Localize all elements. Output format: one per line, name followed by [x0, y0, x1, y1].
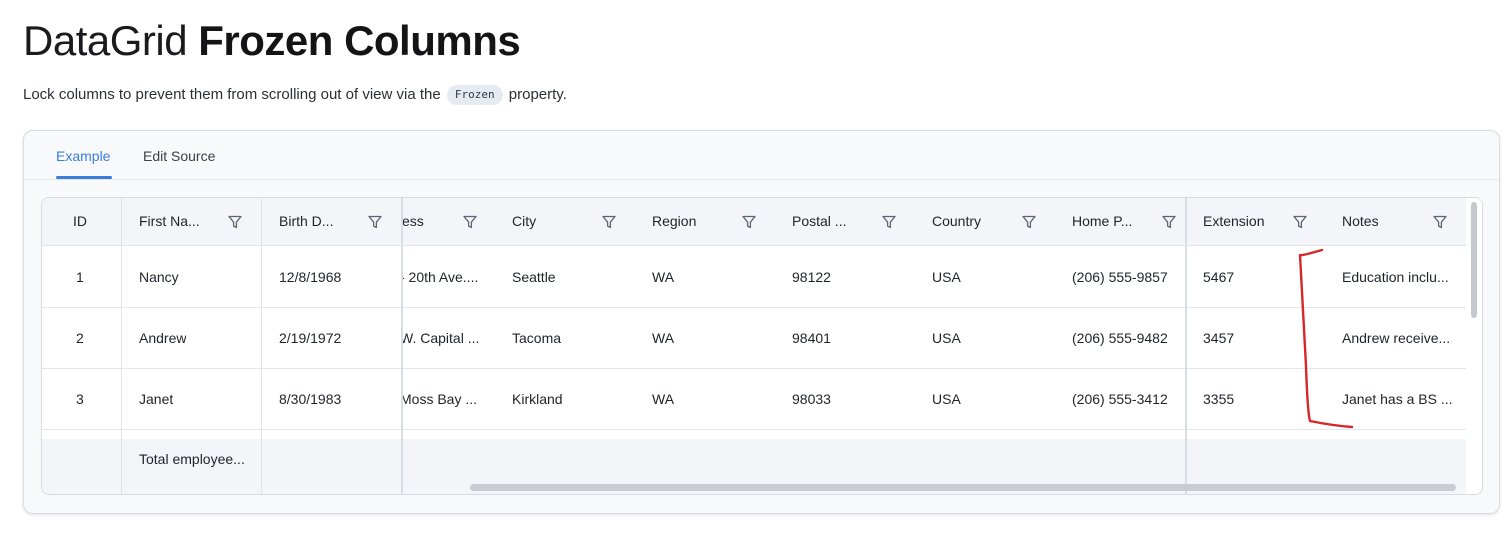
cell-city[interactable]: Tacoma	[512, 329, 561, 347]
frozen-code-badge: Frozen	[446, 85, 503, 105]
column-header-address[interactable]: ess	[402, 198, 512, 246]
column-header-first-name[interactable]: First Na...	[139, 198, 261, 246]
cell-country[interactable]: USA	[932, 390, 961, 408]
column-header-label: ess	[402, 213, 424, 229]
column-header-label: City	[512, 213, 537, 229]
cell-region[interactable]: WA	[652, 390, 674, 408]
page-title: DataGrid Frozen Columns	[23, 16, 521, 66]
cell-region[interactable]: WA	[652, 329, 674, 347]
cell-id[interactable]: 3	[76, 390, 84, 408]
tab-example[interactable]: Example	[56, 147, 110, 165]
cell-notes[interactable]: Education inclu...	[1342, 268, 1460, 286]
tab-bar: Example Edit Source	[24, 131, 1499, 180]
filter-icon[interactable]	[227, 214, 243, 230]
column-header-label: Region	[652, 213, 697, 229]
column-header-region[interactable]: Region	[652, 198, 792, 246]
cell-country[interactable]: USA	[932, 329, 961, 347]
cell-first-name[interactable]: Andrew	[139, 329, 186, 347]
row-divider	[1186, 368, 1466, 369]
column-header-extension[interactable]: Extension	[1203, 198, 1325, 246]
frozen-right-columns: Extension Notes 5467 Education inclu... …	[1186, 198, 1466, 494]
column-header-label: Extension	[1203, 213, 1265, 229]
filter-icon[interactable]	[1021, 214, 1037, 230]
cell-postal-code[interactable]: 98122	[792, 268, 831, 286]
active-tab-indicator	[56, 176, 112, 179]
column-header-label: First Na...	[139, 213, 200, 229]
footer-total-employees: Total employee...	[139, 451, 245, 467]
column-header-birth-date[interactable]: Birth D...	[279, 198, 401, 246]
cell-first-name[interactable]: Nancy	[139, 268, 179, 286]
row-divider	[42, 429, 402, 430]
column-header-label: ID	[73, 213, 87, 229]
cell-birth-date[interactable]: 12/8/1968	[279, 268, 341, 286]
frozen-right-edge	[1185, 198, 1187, 494]
filter-icon[interactable]	[367, 214, 383, 230]
filter-icon[interactable]	[1161, 214, 1177, 230]
column-header-id[interactable]: ID	[42, 198, 121, 246]
cell-home-phone[interactable]: (206) 555-9482	[1072, 329, 1168, 347]
data-grid[interactable]: ess City Region Postal ... Country Home …	[41, 197, 1483, 495]
column-header-city[interactable]: City	[512, 198, 652, 246]
cell-address[interactable]: - 20th Ave....	[400, 268, 500, 286]
page-description: Lock columns to prevent them from scroll…	[23, 84, 567, 106]
tab-edit-source[interactable]: Edit Source	[143, 147, 215, 165]
cell-home-phone[interactable]: (206) 555-3412	[1072, 390, 1168, 408]
column-header-label: Notes	[1342, 213, 1379, 229]
cell-birth-date[interactable]: 8/30/1983	[279, 390, 341, 408]
filter-icon[interactable]	[881, 214, 897, 230]
cell-region[interactable]: WA	[652, 268, 674, 286]
page-title-bold: Frozen Columns	[198, 17, 521, 64]
row-divider	[1186, 429, 1466, 430]
cell-home-phone[interactable]: (206) 555-9857	[1072, 268, 1168, 286]
example-card: Example Edit Source ess City Region Post…	[23, 130, 1500, 514]
cell-extension[interactable]: 3355	[1203, 390, 1234, 408]
column-header-label: Birth D...	[279, 213, 334, 229]
cell-id[interactable]: 1	[76, 268, 84, 286]
filter-icon[interactable]	[601, 214, 617, 230]
cell-postal-code[interactable]: 98401	[792, 329, 831, 347]
page-title-light: DataGrid	[23, 17, 188, 64]
cell-address[interactable]: Moss Bay ...	[400, 390, 500, 408]
cell-id[interactable]: 2	[76, 329, 84, 347]
column-divider	[121, 198, 122, 494]
cell-city[interactable]: Kirkland	[512, 390, 563, 408]
description-after: property.	[508, 86, 567, 103]
cell-postal-code[interactable]: 98033	[792, 390, 831, 408]
cell-notes[interactable]: Janet has a BS ...	[1342, 390, 1460, 408]
cell-first-name[interactable]: Janet	[139, 390, 173, 408]
vertical-scrollbar[interactable]	[1471, 202, 1477, 318]
filter-icon[interactable]	[741, 214, 757, 230]
cell-address[interactable]: W. Capital ...	[400, 329, 500, 347]
row-divider	[42, 368, 402, 369]
filter-icon[interactable]	[462, 214, 478, 230]
row-divider	[42, 307, 402, 308]
cell-notes[interactable]: Andrew receive...	[1342, 329, 1460, 347]
row-divider	[1186, 307, 1466, 308]
description-before: Lock columns to prevent them from scroll…	[23, 86, 441, 103]
cell-country[interactable]: USA	[932, 268, 961, 286]
cell-birth-date[interactable]: 2/19/1972	[279, 329, 341, 347]
column-header-label: Home P...	[1072, 213, 1133, 229]
column-header-label: Postal ...	[792, 213, 847, 229]
frozen-left-edge	[401, 198, 403, 494]
column-header-notes[interactable]: Notes	[1342, 198, 1464, 246]
cell-extension[interactable]: 3457	[1203, 329, 1234, 347]
column-header-postal-code[interactable]: Postal ...	[792, 198, 932, 246]
column-divider	[261, 198, 262, 494]
frozen-left-columns: ID First Na... Birth D... 1 Nancy 12/8/1…	[42, 198, 402, 494]
filter-icon[interactable]	[1432, 214, 1448, 230]
filter-icon[interactable]	[1292, 214, 1308, 230]
column-header-label: Country	[932, 213, 982, 229]
horizontal-scrollbar[interactable]	[470, 484, 1456, 491]
cell-extension[interactable]: 5467	[1203, 268, 1234, 286]
cell-city[interactable]: Seattle	[512, 268, 556, 286]
column-header-country[interactable]: Country	[932, 198, 1072, 246]
